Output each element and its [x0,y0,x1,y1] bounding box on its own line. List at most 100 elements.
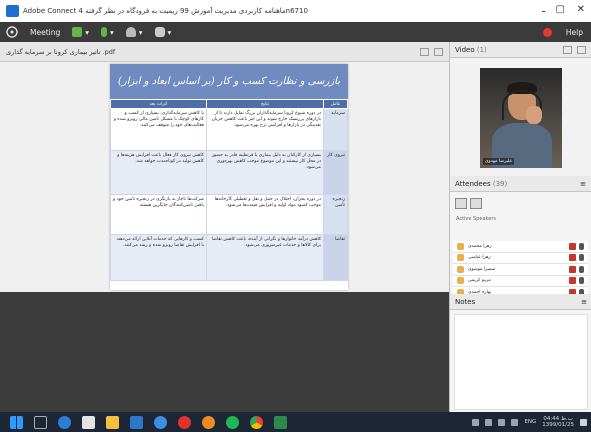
microphone-toggle[interactable]: ▾ [101,27,114,37]
minimize-button[interactable]: ـ [542,4,545,15]
table-cell: با کاهش سرمایه‌گذاری، بسیاری از کسب و کا… [110,108,207,151]
restore-button[interactable]: ▢ [556,4,565,15]
record-indicator-icon[interactable] [542,27,552,37]
video-pod-header: Video (1) [450,42,591,58]
fullscreen-icon[interactable] [563,45,572,54]
hand-icon [154,27,165,37]
notifications-icon[interactable] [580,418,587,426]
table-cell: بسیاری از کارکنان به دلیل بیماری یا قرنط… [205,150,325,195]
fullscreen-icon[interactable] [420,47,429,56]
webcam-toggle[interactable]: ▾ [125,27,143,37]
store-icon[interactable] [81,415,95,429]
status-icon [569,242,576,250]
connect-logo-icon [6,26,18,38]
attendee-name: زهرا محمدی [468,243,492,249]
pod-menu-icon[interactable] [577,45,586,54]
table-cell: کاهش درآمد خانوارها و نگرانی از آینده، ب… [205,234,325,281]
share-pod-header: تاثیر بیماری کرونا بر سرمایه گذاری .pdf [0,42,449,62]
window-titlebar: Adobe Connect ماهنامه کاربردی مدیریت آمو… [0,0,591,22]
table-cell: کاهش نیروی کار فعال باعث افزایش هزینه‌ها… [110,150,207,195]
person-icon [457,242,464,250]
adobe-connect-taskbar-icon[interactable] [273,415,287,429]
system-tray: ENG 04:44 ب.ظ 1399/01/25 [472,412,587,432]
attendees-count: (39) [492,179,508,188]
attendees-toolbar [450,192,591,214]
right-sidebar: Video (1) علیرضا مهدوی Attendees (39) ≡ … [449,42,591,412]
list-view-icon[interactable] [455,197,467,209]
microphone-icon [579,277,584,285]
notes-pod-title: Notes [455,297,476,306]
network-icon[interactable] [485,418,493,426]
table-row: سرمايه در دوره شیوع کرونا سرمایه‌گذاران … [110,108,348,151]
task-view-icon[interactable] [33,415,47,429]
person-icon [125,27,136,37]
attendee-name: زهرا عباسی [468,255,491,261]
firefox-icon[interactable] [201,415,215,429]
sort-icon[interactable] [470,197,482,209]
clock-date: 1399/01/25 [542,422,574,428]
attendee-name: مریم کریمی [468,278,491,284]
chrome-icon[interactable] [249,415,263,429]
table-header: اﺛﺮات ﺑﻌﺪ [110,99,207,109]
webcam-feed[interactable]: علیرضا مهدوی [480,68,562,168]
microphone-icon [579,242,584,250]
edge-icon[interactable] [57,415,71,429]
mail-icon[interactable] [129,415,143,429]
pod-menu-icon[interactable] [434,47,443,56]
share-pod: تاثیر بیماری کرونا بر سرمایه گذاری .pdf … [0,42,449,292]
video-pod: علیرضا مهدوی [450,58,591,176]
attendees-pod-title: Attendees [455,179,491,188]
table-cell: در دوره بحران، اختلال در حمل و نقل و تعط… [205,194,325,235]
table-cell: شرکت‌ها ناچار به بازنگری در زنجیره تامین… [110,194,207,235]
list-item[interactable]: مریم کریمی [453,275,588,287]
pod-menu-icon[interactable]: ≡ [580,180,586,188]
spotify-icon[interactable] [225,415,239,429]
table-cell: کسب و کارهایی که خدمات آنلاین ارائه می‌د… [110,234,207,281]
microphone-icon [579,254,584,262]
table-header: عامل [323,99,348,109]
person-icon [457,265,464,273]
pod-menu-icon[interactable]: ≡ [581,298,587,306]
meeting-menubar: Meeting ▾ ▾ ▾ ▾ Help [0,22,591,42]
video-pod-title: Video [455,45,475,54]
active-speakers-label: Active Speakers [456,215,496,222]
status-icon [569,277,576,285]
meeting-menu[interactable]: Meeting [30,28,60,37]
raise-hand-toggle[interactable]: ▾ [154,27,171,37]
attendees-pod-header: Attendees (39) ≡ [450,176,591,192]
shared-slide: بازرسی و نظارت کسب و کار (بر اساس ابعاد … [110,64,348,290]
windows-taskbar: ENG 04:44 ب.ظ 1399/01/25 [0,412,591,432]
clock[interactable]: 04:44 ب.ظ 1399/01/25 [542,416,574,429]
adobe-connect-app-icon [6,5,19,17]
battery-icon[interactable] [511,418,519,426]
list-item[interactable]: زهرا عباسی [453,252,588,264]
list-item[interactable]: سمیرا موسوی [453,264,588,276]
help-menu[interactable]: Help [566,28,583,37]
speaker-toggle[interactable]: ▾ [72,27,89,37]
close-button[interactable]: ✕ [577,4,585,15]
opera-icon[interactable] [177,415,191,429]
slide-table: عامل ﻧﺘﺎﯾﺞ اﺛﺮات ﺑﻌﺪ سرمايه در دوره شیوع… [110,99,348,281]
attendee-name: سمیرا موسوی [468,266,496,272]
status-icon [569,265,576,273]
language-indicator[interactable]: ENG [524,419,536,425]
row-label: سرمايه [323,108,348,151]
list-item[interactable]: زهرا محمدی [453,241,588,253]
windows-start-icon[interactable] [9,415,23,429]
window-title: Adobe Connect ماهنامه کاربردی مدیریت آمو… [23,7,308,15]
microphone-icon [579,265,584,273]
file-explorer-icon[interactable] [105,415,119,429]
row-label: تقاضا [323,234,348,281]
notes-textarea[interactable] [454,314,588,410]
microphone-icon [101,27,108,37]
chevron-up-icon[interactable] [472,418,480,426]
row-label: نیروی کار [323,150,348,195]
internet-explorer-icon[interactable] [153,415,167,429]
row-label: زنجیره تأمین [323,194,348,235]
volume-icon[interactable] [498,418,506,426]
slide-banner: بازرسی و نظارت کسب و کار (بر اساس ابعاد … [110,64,348,99]
person-icon [457,254,464,262]
presenter-hand [526,106,542,124]
table-row: زنجیره تأمین در دوره بحران، اختلال در حم… [110,194,348,235]
speaker-icon [72,27,83,37]
